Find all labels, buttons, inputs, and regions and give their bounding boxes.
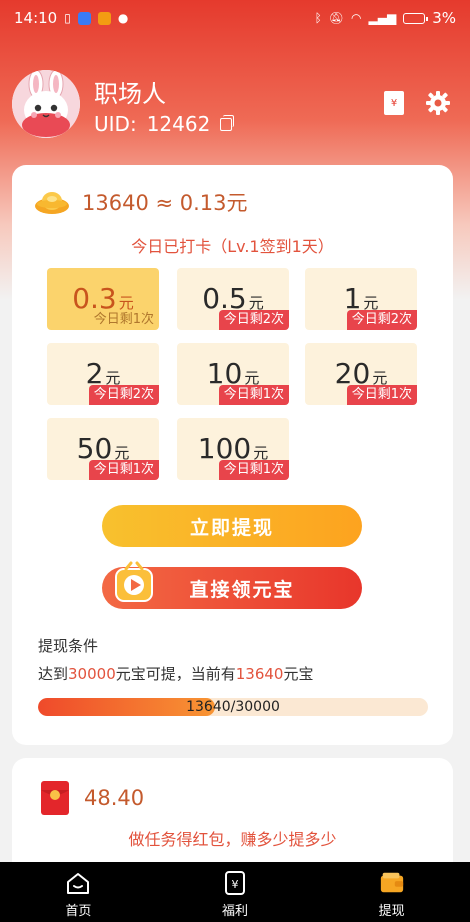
bill-button[interactable]: ¥ (380, 88, 408, 118)
nav-home[interactable]: 首页 (0, 862, 157, 922)
bottom-nav: 首页 ¥ 福利 提现 (0, 862, 470, 922)
tile-remaining-badge: 今日剩2次 (218, 310, 289, 330)
amount-tile[interactable]: 2元 今日剩2次 (47, 343, 159, 405)
tile-remaining-badge: 今日剩2次 (88, 385, 159, 405)
collect-coins-label: 直接领元宝 (189, 578, 295, 601)
tile-remaining-badge: 今日剩1次 (218, 460, 289, 480)
nav-home-label: 首页 (65, 904, 92, 919)
amount-tile[interactable]: 50 元 今日剩1次 (47, 418, 159, 480)
download-icon (97, 11, 111, 25)
progress-text: 13640/30000 (186, 699, 280, 715)
cond-current: 13640 (235, 665, 284, 683)
red-packet-card: 48.40 做任务得红包，赚多少提多少 (12, 758, 453, 878)
signal-icon: ▂▄▆ (368, 11, 397, 25)
status-time: 14:10 (14, 9, 58, 27)
task-hint: 做任务得红包，赚多少提多少 (128, 830, 337, 849)
tile-remaining-badge: 今日剩1次 (88, 460, 159, 480)
app-notification-icon (77, 11, 91, 25)
gold-ingot-icon (35, 192, 69, 214)
tile-remaining-badge: 今日剩2次 (346, 310, 417, 330)
checkin-status: 今日已打卡（Lv.1签到1天） (131, 237, 334, 256)
amount-tile[interactable]: 10 元 今日剩1次 (177, 343, 289, 405)
cond-middle: 元宝可提，当前有 (115, 665, 236, 683)
tile-remaining-badge: 今日剩1次 (93, 312, 154, 327)
home-icon (65, 870, 91, 896)
uid-label: UID: (94, 112, 137, 136)
chat-icon: ● (117, 11, 129, 25)
red-packet-row: 48.40 (40, 780, 144, 816)
cond-prefix: 达到 (38, 665, 69, 683)
nav-withdraw-label: 提现 (378, 904, 405, 919)
collect-coins-button[interactable]: 直接领元宝 (102, 561, 362, 609)
amount-tile[interactable]: 0.5 元 今日剩2次 (177, 268, 289, 330)
video-play-icon (115, 561, 153, 602)
coin-balance-row: 13640 ≈ 0.13元 (34, 187, 248, 217)
tile-remaining-badge: 今日剩1次 (218, 385, 289, 405)
mute-icon: 🔕︎ (328, 11, 345, 25)
sim-icon: ▯ (64, 11, 71, 25)
uid-value: 12462 (146, 112, 211, 136)
bill-icon: ¥ (384, 91, 404, 115)
amount-tile[interactable]: 20 元 今日剩1次 (305, 343, 417, 405)
battery-level: 3% (432, 9, 456, 27)
settings-button[interactable] (424, 88, 452, 118)
cond-suffix: 元宝 (283, 665, 314, 683)
conditions-text: 达到30000元宝可提，当前有13640元宝 (38, 663, 313, 684)
wallet-icon (379, 870, 405, 896)
amount-tile[interactable]: 1元 今日剩2次 (305, 268, 417, 330)
wifi-icon: ◠ (351, 11, 362, 25)
withdraw-progress-bar: 13640/30000 (38, 698, 428, 716)
amount-tile[interactable]: 0.3 元 今日剩1次 (47, 268, 159, 330)
nav-withdraw[interactable]: 提现 (313, 862, 470, 922)
svg-text:¥: ¥ (391, 98, 397, 109)
rabbit-avatar-icon (12, 70, 80, 138)
uid-row: UID: 12462 (94, 112, 235, 136)
withdraw-card: 13640 ≈ 0.13元 今日已打卡（Lv.1签到1天） 0.3 元 今日剩1次… (12, 165, 453, 745)
gear-icon (426, 91, 450, 115)
nav-welfare-label: 福利 (222, 904, 249, 919)
avatar[interactable] (12, 70, 80, 138)
username: 职场人 (94, 80, 166, 108)
coin-balance: 13640 ≈ 0.13元 (82, 191, 248, 215)
nav-welfare[interactable]: ¥ 福利 (157, 862, 314, 922)
red-packet-amount: 48.40 (84, 786, 145, 810)
status-bar: 14:10 ▯ ● ᛒ 🔕︎ ◠ ▂▄▆ 3% (0, 0, 470, 36)
tile-remaining-badge: 今日剩1次 (346, 385, 417, 405)
cond-required: 30000 (68, 665, 116, 683)
red-packet-icon (41, 781, 69, 815)
battery-icon (403, 12, 429, 24)
copy-icon[interactable] (220, 114, 235, 131)
conditions-title: 提现条件 (38, 637, 99, 655)
withdraw-now-button[interactable]: 立即提现 (102, 505, 362, 547)
welfare-icon: ¥ (222, 870, 248, 896)
bluetooth-icon: ᛒ (314, 11, 322, 25)
profile-header: 职场人 UID: 12462 ¥ (12, 70, 458, 140)
svg-text:¥: ¥ (232, 878, 239, 891)
amount-tile[interactable]: 100 元 今日剩1次 (177, 418, 289, 480)
